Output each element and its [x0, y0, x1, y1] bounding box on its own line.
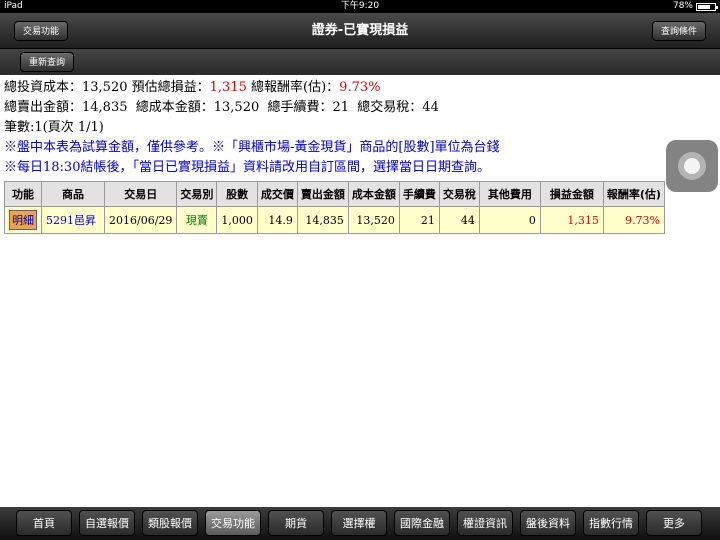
bottom-tab-bar: 首頁 自選報價 類股報價 交易功能 期貨 選擇權 國際金融 權證資訊 盤後資料 … [0, 507, 720, 540]
query-conditions-button[interactable]: 查詢條件 [651, 21, 706, 41]
tab-after-hours-data[interactable]: 盤後資料 [520, 510, 576, 536]
estimated-profit-label: 預估總損益： [131, 80, 210, 95]
profit-cell: 1,315 [539, 206, 604, 234]
header-return-rate: 報酬率(估) [602, 181, 665, 207]
realized-pnl-table: 功能 商品 交易日 交易別 股數 成交價 賣出金額 成本金額 手續費 交易稅 其… [4, 181, 665, 234]
nav-bar: 交易功能 證券-已實現損益 查詢條件 [0, 13, 720, 49]
trade-date-cell: 2016/06/29 [103, 206, 178, 234]
table-row: 明細 5291邑昇 2016/06/29 現賣 1,000 14.9 14,83… [4, 206, 665, 234]
tab-index-quotes[interactable]: 指數行情 [583, 510, 639, 536]
header-cost-amount: 成本金額 [347, 181, 400, 207]
header-price: 成交價 [256, 181, 298, 207]
shares-cell: 1,000 [216, 206, 258, 234]
header-profit: 損益金額 [539, 181, 604, 207]
assistive-touch-button[interactable] [666, 140, 718, 192]
total-return-label: 總報酬率(估)： [251, 80, 340, 95]
summary-line-2: 總賣出金額：14,835 總成本金額：13,520 總手續費：21 總交易稅：4… [4, 100, 439, 115]
refresh-query-button[interactable]: 重新查詢 [20, 52, 75, 72]
summary-panel: 總投資成本：13,520 預估總損益：1,315 總報酬率(估)：9.73% 總… [4, 78, 500, 178]
detail-button[interactable]: 明細 [9, 210, 37, 230]
total-return-value: 9.73% [339, 80, 381, 95]
header-fee: 手續費 [398, 181, 440, 207]
tab-international-finance[interactable]: 國際金融 [394, 510, 450, 536]
tab-home[interactable]: 首頁 [16, 510, 72, 536]
toolbar: 重新查詢 [0, 49, 720, 75]
page-title: 證券-已實現損益 [311, 23, 409, 38]
price-cell: 14.9 [256, 206, 298, 234]
battery-percent: 78% [672, 1, 693, 11]
record-count: 筆數:1(頁次 1/1) [4, 120, 104, 135]
tab-sector-quotes[interactable]: 類股報價 [142, 510, 198, 536]
disclaimer-note-1: ※盤中本表為試算金額，僅供參考。※「興櫃市場-黃金現貨」商品的[股數]單位為台錢 [4, 140, 500, 155]
tax-cell: 44 [438, 206, 480, 234]
tab-options[interactable]: 選擇權 [331, 510, 387, 536]
trade-type-cell: 現賣 [176, 206, 218, 234]
tab-futures[interactable]: 期貨 [268, 510, 324, 536]
status-bar: iPad 下午9:20 78% [0, 0, 720, 13]
tab-watchlist[interactable]: 自選報價 [79, 510, 135, 536]
tab-more[interactable]: 更多 [646, 510, 702, 536]
header-trade-type: 交易別 [176, 181, 218, 207]
cost-amount-cell: 13,520 [347, 206, 400, 234]
tab-warrant-info[interactable]: 權證資訊 [457, 510, 513, 536]
header-other-fee: 其他費用 [478, 181, 541, 207]
header-function: 功能 [4, 181, 42, 207]
header-trade-date: 交易日 [103, 181, 178, 207]
status-time: 下午9:20 [340, 1, 380, 11]
header-sell-amount: 賣出金額 [296, 181, 349, 207]
estimated-profit-value: 1,315 [209, 80, 247, 95]
header-tax: 交易稅 [438, 181, 480, 207]
header-shares: 股數 [216, 181, 258, 207]
tab-trade-functions[interactable]: 交易功能 [205, 510, 261, 536]
product-cell[interactable]: 5291邑昇 [41, 206, 105, 234]
summary-line-1: 總投資成本：13,520 預估總損益：1,315 總報酬率(估)：9.73% [4, 78, 500, 98]
battery-icon [696, 2, 718, 11]
return-rate-cell: 9.73% [602, 206, 665, 234]
total-investment-cost: 總投資成本：13,520 [4, 80, 128, 95]
sell-amount-cell: 14,835 [296, 206, 349, 234]
header-product: 商品 [41, 181, 105, 207]
fee-cell: 21 [398, 206, 440, 234]
disclaimer-note-2: ※每日18:30結帳後，「當日已實現損益」資料請改用自訂區間，選擇當日日期查詢。 [4, 160, 490, 175]
table-header-row: 功能 商品 交易日 交易別 股數 成交價 賣出金額 成本金額 手續費 交易稅 其… [4, 181, 665, 207]
battery-status: 78% [672, 0, 718, 13]
other-fee-cell: 0 [478, 206, 541, 234]
